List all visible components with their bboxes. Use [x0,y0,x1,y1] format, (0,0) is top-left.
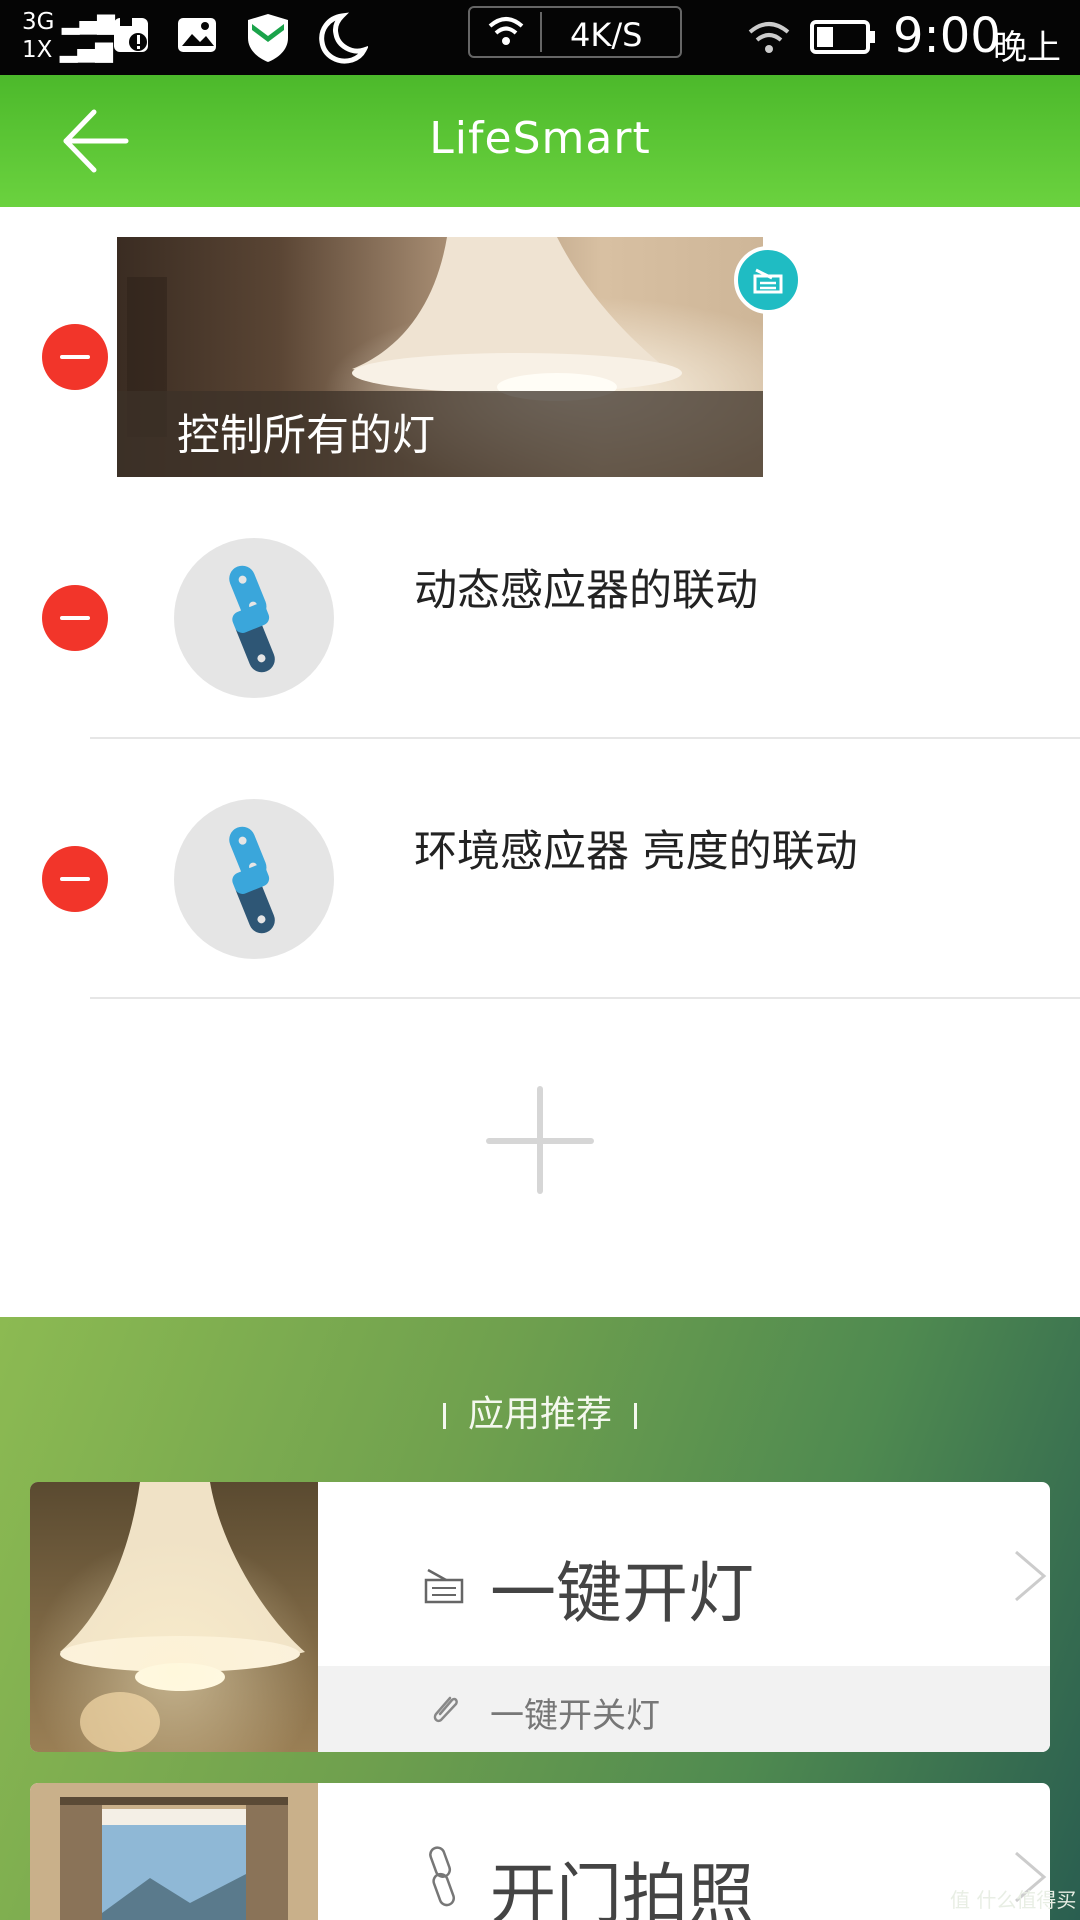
chain-link-icon [229,565,275,673]
divider [90,997,1080,999]
scene-badge-icon [753,268,783,294]
scene-card-all-lights[interactable]: 控制所有的灯 [117,237,763,477]
section-title: 应用推荐 [0,1385,1080,1437]
clock-time: 9:00 [893,8,1001,64]
linkage-avatar [174,538,334,698]
recommendation-section: 应用推荐 一键开灯 一键开关灯 开门拍照 [0,1317,1080,1920]
linkage-avatar [174,799,334,959]
watermark: 值 什么值得买 [950,1888,1077,1912]
recommend-main: 开门拍照 [318,1783,1050,1920]
clock-period: 晚上 [993,28,1061,68]
recommend-name: 一键开灯 [490,1555,754,1632]
moon-icon [319,12,368,64]
network-speed: 4K/S [570,16,643,54]
app-bar: LifeSmart [0,75,1080,207]
image-icon [178,18,216,52]
lamp-thumbnail [30,1482,318,1752]
paperclip-icon [433,1696,458,1723]
recommend-subtitle: 一键开关灯 [490,1696,660,1736]
divider [90,737,1080,739]
scene-label: 控制所有的灯 [177,411,435,461]
linkage-label[interactable]: 环境感应器 亮度的联动 [414,817,858,879]
speed-indicator: 4K/S [468,6,682,58]
wifi-icon [748,22,790,53]
add-scene-button[interactable] [486,1086,594,1194]
chain-link-icon [429,1846,456,1907]
chevron-right-icon [1015,1550,1047,1602]
recommend-main: 一键开灯 [318,1482,1050,1666]
app-screen: 3G ▂▄▆ 1X ▂▄▆ 4K/S 9:00 晚上 LifeSmart 控制所… [0,0,1080,1920]
sim-alert-icon [114,16,148,52]
delete-linkage-button[interactable] [42,585,108,651]
delete-linkage-button[interactable] [42,846,108,912]
window-thumbnail [30,1783,318,1920]
recommend-card-light[interactable]: 一键开灯 一键开关灯 [30,1482,1050,1752]
linkage-label[interactable]: 动态感应器的联动 [414,556,758,618]
scene-badge [734,246,802,314]
wifi-icon [488,17,524,45]
shield-icon [248,14,288,62]
chain-link-icon [229,826,275,934]
network-type-top: 3G [22,9,55,35]
signal-icon: ▂▄▆ [52,37,113,63]
recommend-name: 开门拍照 [490,1856,754,1920]
network-indicator: 3G ▂▄▆ 1X ▂▄▆ [22,8,115,64]
recommend-subtitle-bar: 一键开关灯 [318,1666,1050,1752]
page-title: LifeSmart [429,113,651,164]
status-bar: 3G ▂▄▆ 1X ▂▄▆ 4K/S 9:00 晚上 [0,0,1080,75]
delete-scene-button[interactable] [42,324,108,390]
recommend-card-door-photo[interactable]: 开门拍照 [30,1783,1050,1920]
network-type-bottom: 1X [22,37,53,63]
scene-icon [424,1568,464,1604]
battery-icon [810,20,875,54]
signal-icon: ▂▄▆ [54,9,115,35]
